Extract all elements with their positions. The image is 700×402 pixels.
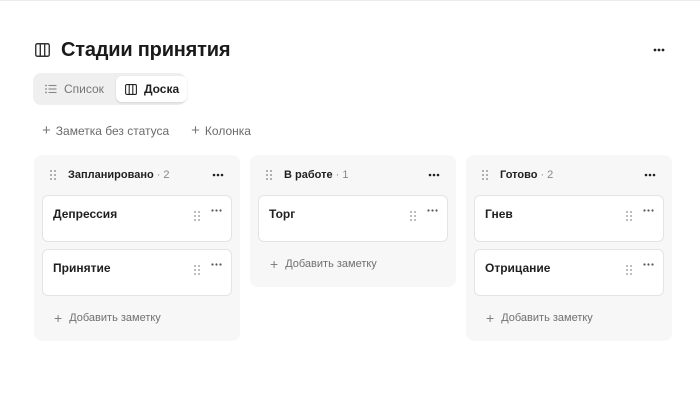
add-column-label: Колонка	[204, 123, 251, 138]
plus-icon: +	[486, 310, 495, 326]
board-actions: + Заметка без статуса + Колонка	[42, 123, 251, 138]
more-horizontal-icon[interactable]	[209, 258, 223, 270]
more-horizontal-icon[interactable]	[426, 167, 442, 183]
column-title: В работе	[284, 169, 333, 181]
more-horizontal-icon[interactable]	[641, 204, 655, 216]
more-horizontal-icon[interactable]	[642, 167, 658, 183]
tab-board-view[interactable]: Доска	[115, 76, 188, 102]
drag-handle-icon[interactable]	[624, 264, 634, 276]
drag-handle-icon[interactable]	[192, 210, 202, 222]
page-title: Стадии принятия	[61, 38, 231, 61]
tab-list-label: Список	[64, 82, 104, 96]
column-count: · 1	[335, 169, 349, 181]
note-title: Торг	[269, 207, 296, 221]
add-note-button[interactable]: + Добавить заметку	[42, 303, 232, 333]
note-title: Гнев	[485, 207, 513, 221]
note-card[interactable]: Отрицание	[474, 249, 664, 296]
add-no-status-label: Заметка без статуса	[55, 123, 170, 138]
board-column-in-progress: В работе · 1 Торг + Добавить заметку	[250, 155, 456, 287]
more-horizontal-icon[interactable]	[651, 42, 667, 58]
board-icon	[124, 82, 138, 96]
add-note-label: Добавить заметку	[69, 312, 161, 324]
view-switcher: Список Доска	[33, 73, 188, 105]
board-columns-icon	[33, 41, 51, 59]
drag-handle-icon[interactable]	[48, 169, 58, 181]
tab-list-view[interactable]: Список	[36, 76, 112, 102]
column-title: Запланировано	[68, 169, 154, 181]
note-title: Депрессия	[53, 207, 118, 221]
column-header: Готово · 2	[474, 155, 664, 195]
column-header: В работе · 1	[258, 155, 448, 195]
note-card[interactable]: Торг	[258, 195, 448, 242]
column-header: Запланировано · 2	[42, 155, 232, 195]
more-horizontal-icon[interactable]	[641, 258, 655, 270]
page-header: Стадии принятия	[33, 36, 673, 64]
add-column-button[interactable]: + Колонка	[191, 123, 251, 138]
more-horizontal-icon[interactable]	[425, 204, 439, 216]
plus-icon: +	[42, 122, 51, 139]
add-note-button[interactable]: + Добавить заметку	[474, 303, 664, 333]
more-horizontal-icon[interactable]	[210, 167, 226, 183]
board-column-done: Готово · 2 Гнев Отрицание + Добавить зам…	[466, 155, 672, 341]
plus-icon: +	[54, 310, 63, 326]
plus-icon: +	[270, 256, 279, 272]
column-title: Готово	[500, 169, 538, 181]
add-no-status-note-button[interactable]: + Заметка без статуса	[42, 123, 169, 138]
more-horizontal-icon[interactable]	[209, 204, 223, 216]
add-note-label: Добавить заметку	[501, 312, 593, 324]
note-title: Отрицание	[485, 261, 551, 275]
list-icon	[44, 82, 58, 96]
add-note-label: Добавить заметку	[285, 258, 377, 270]
note-card[interactable]: Депрессия	[42, 195, 232, 242]
drag-handle-icon[interactable]	[408, 210, 418, 222]
add-note-button[interactable]: + Добавить заметку	[258, 249, 448, 279]
drag-handle-icon[interactable]	[264, 169, 274, 181]
drag-handle-icon[interactable]	[624, 210, 634, 222]
board-column-planned: Запланировано · 2 Депрессия Принятие + Д…	[34, 155, 240, 341]
column-count: · 2	[156, 169, 170, 181]
note-card[interactable]: Гнев	[474, 195, 664, 242]
drag-handle-icon[interactable]	[192, 264, 202, 276]
note-card[interactable]: Принятие	[42, 249, 232, 296]
drag-handle-icon[interactable]	[480, 169, 490, 181]
note-title: Принятие	[53, 261, 111, 275]
top-divider	[0, 0, 700, 1]
column-count: · 2	[540, 169, 554, 181]
plus-icon: +	[191, 122, 200, 139]
tab-board-label: Доска	[143, 82, 180, 96]
